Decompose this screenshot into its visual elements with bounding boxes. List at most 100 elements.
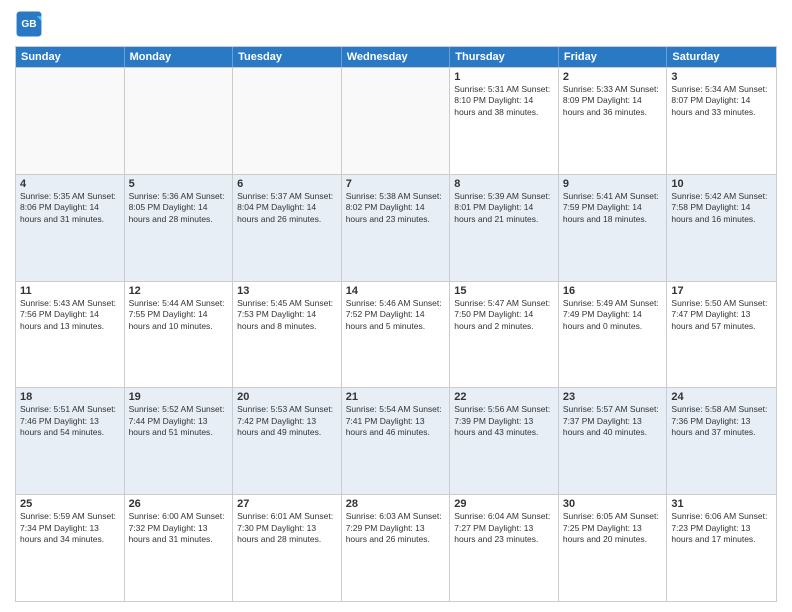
calendar-cell: 12Sunrise: 5:44 AM Sunset: 7:55 PM Dayli… [125,282,234,388]
calendar-cell: 23Sunrise: 5:57 AM Sunset: 7:37 PM Dayli… [559,388,668,494]
calendar-cell: 4Sunrise: 5:35 AM Sunset: 8:06 PM Daylig… [16,175,125,281]
day-number: 23 [563,391,663,403]
calendar-cell: 11Sunrise: 5:43 AM Sunset: 7:56 PM Dayli… [16,282,125,388]
calendar-cell: 28Sunrise: 6:03 AM Sunset: 7:29 PM Dayli… [342,495,451,601]
logo-icon: GB [15,10,43,38]
calendar-cell [233,68,342,174]
header-cell-sunday: Sunday [16,47,125,67]
day-number: 14 [346,285,446,297]
day-number: 8 [454,178,554,190]
cell-detail: Sunrise: 5:34 AM Sunset: 8:07 PM Dayligh… [671,84,772,118]
cell-detail: Sunrise: 6:03 AM Sunset: 7:29 PM Dayligh… [346,511,446,545]
day-number: 31 [671,498,772,510]
calendar-cell: 30Sunrise: 6:05 AM Sunset: 7:25 PM Dayli… [559,495,668,601]
cell-detail: Sunrise: 5:46 AM Sunset: 7:52 PM Dayligh… [346,298,446,332]
day-number: 3 [671,71,772,83]
day-number: 24 [671,391,772,403]
cell-detail: Sunrise: 5:36 AM Sunset: 8:05 PM Dayligh… [129,191,229,225]
calendar-header: SundayMondayTuesdayWednesdayThursdayFrid… [16,47,776,67]
calendar-cell: 1Sunrise: 5:31 AM Sunset: 8:10 PM Daylig… [450,68,559,174]
calendar-cell: 20Sunrise: 5:53 AM Sunset: 7:42 PM Dayli… [233,388,342,494]
day-number: 9 [563,178,663,190]
calendar-cell: 2Sunrise: 5:33 AM Sunset: 8:09 PM Daylig… [559,68,668,174]
cell-detail: Sunrise: 5:45 AM Sunset: 7:53 PM Dayligh… [237,298,337,332]
calendar-cell: 25Sunrise: 5:59 AM Sunset: 7:34 PM Dayli… [16,495,125,601]
calendar-cell [16,68,125,174]
cell-detail: Sunrise: 6:04 AM Sunset: 7:27 PM Dayligh… [454,511,554,545]
day-number: 11 [20,285,120,297]
cell-detail: Sunrise: 5:51 AM Sunset: 7:46 PM Dayligh… [20,404,120,438]
cell-detail: Sunrise: 5:33 AM Sunset: 8:09 PM Dayligh… [563,84,663,118]
day-number: 13 [237,285,337,297]
calendar-cell: 13Sunrise: 5:45 AM Sunset: 7:53 PM Dayli… [233,282,342,388]
calendar-cell: 10Sunrise: 5:42 AM Sunset: 7:58 PM Dayli… [667,175,776,281]
cell-detail: Sunrise: 5:43 AM Sunset: 7:56 PM Dayligh… [20,298,120,332]
cell-detail: Sunrise: 5:39 AM Sunset: 8:01 PM Dayligh… [454,191,554,225]
day-number: 25 [20,498,120,510]
calendar-cell: 24Sunrise: 5:58 AM Sunset: 7:36 PM Dayli… [667,388,776,494]
day-number: 2 [563,71,663,83]
calendar-cell: 9Sunrise: 5:41 AM Sunset: 7:59 PM Daylig… [559,175,668,281]
day-number: 29 [454,498,554,510]
day-number: 19 [129,391,229,403]
calendar-row-0: 1Sunrise: 5:31 AM Sunset: 8:10 PM Daylig… [16,67,776,174]
cell-detail: Sunrise: 5:53 AM Sunset: 7:42 PM Dayligh… [237,404,337,438]
calendar-cell: 19Sunrise: 5:52 AM Sunset: 7:44 PM Dayli… [125,388,234,494]
cell-detail: Sunrise: 5:41 AM Sunset: 7:59 PM Dayligh… [563,191,663,225]
page: GB SundayMondayTuesdayWednesdayThursdayF… [0,0,792,612]
cell-detail: Sunrise: 5:42 AM Sunset: 7:58 PM Dayligh… [671,191,772,225]
calendar-row-2: 11Sunrise: 5:43 AM Sunset: 7:56 PM Dayli… [16,281,776,388]
calendar-cell: 14Sunrise: 5:46 AM Sunset: 7:52 PM Dayli… [342,282,451,388]
cell-detail: Sunrise: 5:31 AM Sunset: 8:10 PM Dayligh… [454,84,554,118]
calendar-row-4: 25Sunrise: 5:59 AM Sunset: 7:34 PM Dayli… [16,494,776,601]
day-number: 28 [346,498,446,510]
day-number: 7 [346,178,446,190]
day-number: 21 [346,391,446,403]
cell-detail: Sunrise: 5:35 AM Sunset: 8:06 PM Dayligh… [20,191,120,225]
header-cell-thursday: Thursday [450,47,559,67]
day-number: 12 [129,285,229,297]
cell-detail: Sunrise: 5:56 AM Sunset: 7:39 PM Dayligh… [454,404,554,438]
cell-detail: Sunrise: 5:49 AM Sunset: 7:49 PM Dayligh… [563,298,663,332]
header-cell-monday: Monday [125,47,234,67]
calendar-row-3: 18Sunrise: 5:51 AM Sunset: 7:46 PM Dayli… [16,387,776,494]
calendar-cell [125,68,234,174]
calendar-cell: 16Sunrise: 5:49 AM Sunset: 7:49 PM Dayli… [559,282,668,388]
day-number: 20 [237,391,337,403]
calendar-cell [342,68,451,174]
logo: GB [15,10,47,38]
calendar-cell: 22Sunrise: 5:56 AM Sunset: 7:39 PM Dayli… [450,388,559,494]
cell-detail: Sunrise: 5:38 AM Sunset: 8:02 PM Dayligh… [346,191,446,225]
calendar-body: 1Sunrise: 5:31 AM Sunset: 8:10 PM Daylig… [16,67,776,601]
calendar-cell: 8Sunrise: 5:39 AM Sunset: 8:01 PM Daylig… [450,175,559,281]
header-cell-friday: Friday [559,47,668,67]
calendar-cell: 5Sunrise: 5:36 AM Sunset: 8:05 PM Daylig… [125,175,234,281]
calendar-cell: 7Sunrise: 5:38 AM Sunset: 8:02 PM Daylig… [342,175,451,281]
day-number: 5 [129,178,229,190]
day-number: 22 [454,391,554,403]
cell-detail: Sunrise: 6:01 AM Sunset: 7:30 PM Dayligh… [237,511,337,545]
calendar-row-1: 4Sunrise: 5:35 AM Sunset: 8:06 PM Daylig… [16,174,776,281]
calendar-cell: 31Sunrise: 6:06 AM Sunset: 7:23 PM Dayli… [667,495,776,601]
calendar-cell: 6Sunrise: 5:37 AM Sunset: 8:04 PM Daylig… [233,175,342,281]
calendar: SundayMondayTuesdayWednesdayThursdayFrid… [15,46,777,602]
cell-detail: Sunrise: 6:05 AM Sunset: 7:25 PM Dayligh… [563,511,663,545]
header-cell-saturday: Saturday [667,47,776,67]
day-number: 30 [563,498,663,510]
day-number: 26 [129,498,229,510]
day-number: 15 [454,285,554,297]
cell-detail: Sunrise: 5:58 AM Sunset: 7:36 PM Dayligh… [671,404,772,438]
calendar-cell: 3Sunrise: 5:34 AM Sunset: 8:07 PM Daylig… [667,68,776,174]
day-number: 1 [454,71,554,83]
cell-detail: Sunrise: 5:37 AM Sunset: 8:04 PM Dayligh… [237,191,337,225]
cell-detail: Sunrise: 5:54 AM Sunset: 7:41 PM Dayligh… [346,404,446,438]
calendar-cell: 18Sunrise: 5:51 AM Sunset: 7:46 PM Dayli… [16,388,125,494]
day-number: 16 [563,285,663,297]
cell-detail: Sunrise: 6:06 AM Sunset: 7:23 PM Dayligh… [671,511,772,545]
calendar-cell: 26Sunrise: 6:00 AM Sunset: 7:32 PM Dayli… [125,495,234,601]
calendar-cell: 15Sunrise: 5:47 AM Sunset: 7:50 PM Dayli… [450,282,559,388]
cell-detail: Sunrise: 5:52 AM Sunset: 7:44 PM Dayligh… [129,404,229,438]
svg-text:GB: GB [21,19,36,30]
header-cell-tuesday: Tuesday [233,47,342,67]
cell-detail: Sunrise: 5:59 AM Sunset: 7:34 PM Dayligh… [20,511,120,545]
